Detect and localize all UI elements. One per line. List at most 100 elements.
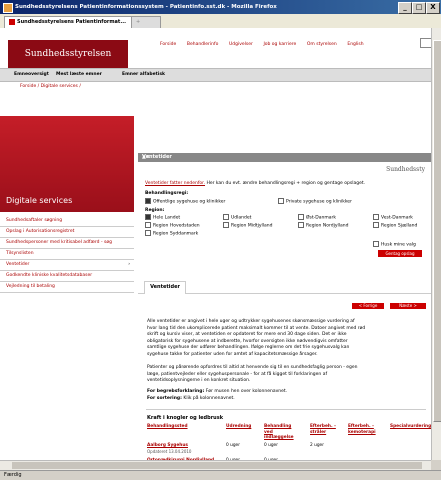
regi-private-checkbox[interactable]: Private sygehuse og klinikker [278, 198, 352, 205]
sidebar-item-kvalitetsdatabaser[interactable]: Godkendte kliniske kvalitetsdatabaser [0, 271, 134, 282]
sort-line: For sortering: Klik på kolonnenavnet. [147, 396, 427, 403]
checkbox-icon [145, 222, 151, 228]
col-behandlingssted[interactable]: Behandlingssted [147, 424, 199, 430]
topnav-om[interactable]: Om styrelsen [307, 42, 337, 47]
subnav-alfabetisk[interactable]: Emner alfabetisk [122, 69, 165, 81]
close-button[interactable]: X [426, 2, 440, 14]
site-logo[interactable]: Sundhedsstyrelsen [8, 40, 128, 68]
window-title: Sundhedsstyrelsens Patientinformationssy… [15, 4, 277, 10]
region-oest-checkbox[interactable]: Øst-Danmark [298, 214, 336, 221]
chevron-right-icon: › [128, 262, 130, 267]
search-input[interactable] [420, 38, 431, 48]
tab-ventetider[interactable]: Ventetider [144, 281, 186, 294]
col-straaler[interactable]: Efterbeh. - stråler [310, 424, 340, 435]
topnav-job[interactable]: Job og karriere [263, 42, 296, 47]
row-straaler: 2 uger [310, 443, 324, 448]
husk-valg-checkbox[interactable]: Husk mine valg [373, 241, 416, 248]
minimize-button[interactable]: _ [398, 2, 412, 14]
row-updated: Opdateret 13.04.2010 [147, 449, 192, 454]
page-favicon-icon [9, 18, 15, 25]
previous-button[interactable]: < Forrige [352, 303, 384, 309]
region-hovedstaden-label: Region Hovedstaden [153, 223, 200, 229]
para2-line: ventetidsoplysningerne i en konkret situ… [147, 378, 251, 384]
region-hovedstaden-checkbox[interactable]: Region Hovedstaden [145, 222, 200, 229]
sidebar-item-ventetider-label: Ventetider [6, 262, 30, 267]
intro-line: Ventetider fatter nedenfor. Her kan du e… [145, 181, 365, 188]
next-button[interactable]: Næste > [390, 303, 426, 309]
checkbox-checked-icon [145, 214, 151, 220]
checkbox-icon [373, 241, 379, 247]
title-bar: Sundhedsstyrelsens Patientinformationssy… [0, 0, 441, 14]
page-viewport: Sundhedsstyrelsen Forside Behandlerinfo … [0, 28, 431, 460]
info-paragraph-1: Alle ventetider er angivet i hele uger o… [147, 319, 427, 359]
breadcrumb[interactable]: Forside / Digitale services / [20, 84, 81, 89]
region-udlandet-checkbox[interactable]: Udlandet [223, 214, 251, 221]
explain-line: For begrebsforklaring: Før musen hen ove… [147, 389, 427, 396]
topnav-behandlerinfo[interactable]: Behandlerinfo [187, 42, 218, 47]
region-syddanmark-checkbox[interactable]: Region Syddanmark [145, 230, 198, 237]
sub-nav: Emneoversigt Mest læste emner Emner alfa… [0, 68, 431, 82]
checkbox-checked-icon [145, 198, 151, 204]
regi-offentlige-label: Offentlige sygehuse og klinikker [153, 199, 226, 205]
left-column: Digitale services Sundhedsaftaler søgnin… [0, 116, 134, 460]
sort-label: For sortering: [147, 396, 182, 401]
info-paragraph-2: Patienter og pårørende opfordres til alt… [147, 365, 427, 385]
region-sjaelland-checkbox[interactable]: Region Sjælland [373, 222, 417, 229]
topnav-udgivelser[interactable]: Udgivelser [229, 42, 253, 47]
sidebar-item-tilsynslisten[interactable]: Tilsynslisten [0, 249, 134, 260]
vertical-scrollbar[interactable] [431, 28, 441, 460]
maximize-button[interactable]: □ [412, 2, 426, 14]
topnav-english[interactable]: English [347, 42, 363, 47]
region-midtjylland-label: Region Midtjylland [231, 223, 273, 229]
search-button[interactable]: Gentag opslag [378, 250, 422, 257]
col-behandling[interactable]: Behandling ved indlæggelse [264, 424, 300, 441]
scrollbar-thumb[interactable] [12, 462, 422, 469]
region-hele-landet-label: Hele Landet [153, 215, 181, 221]
region-vest-label: Vest-Danmark [381, 215, 413, 221]
para1-line: sygehuse takke for patienter uden for am… [147, 351, 318, 357]
sidebar-item-betaling[interactable]: Vejledning til betaling [0, 282, 134, 293]
checkbox-icon [298, 222, 304, 228]
region-midtjylland-checkbox[interactable]: Region Midtjylland [223, 222, 272, 229]
para1-line: Alle ventetider er angivet i hele uger o… [147, 319, 355, 324]
regi-label: Behandlingsregi: [145, 191, 189, 196]
row-udredning: 0 uger [226, 443, 240, 448]
sidebar-item-kritisabel[interactable]: Sundhedspersoner med kritisabel adfærd -… [0, 238, 134, 249]
region-nordjylland-checkbox[interactable]: Region Nordjylland [298, 222, 348, 229]
intro-link[interactable]: Ventetider fatter nedenfor. [145, 181, 205, 186]
topnav-forside[interactable]: Forside [160, 42, 176, 47]
para1-line: samtlige sygehuse der udfører behandling… [147, 345, 350, 351]
digital-services-title: Digitale services [6, 196, 73, 205]
row-behandling: 0 uger [264, 443, 278, 448]
col-kemoterapi[interactable]: Efterbeh. - kemoterapi [348, 424, 384, 435]
region-vest-checkbox[interactable]: Vest-Danmark [373, 214, 413, 221]
table-row: Aalborg Sygehus Opdateret 13.04.2010 0 u… [138, 443, 431, 457]
pane-brand: Sundhedssty [386, 166, 425, 173]
region-hele-landet-checkbox[interactable]: Hele Landet [145, 214, 180, 221]
pane-header: Ventetider ▲× [138, 153, 431, 162]
digital-services-banner: Digitale services [0, 116, 134, 212]
sidebar-item-ventetider[interactable]: Ventetider › [0, 260, 134, 271]
browser-tab-active[interactable]: Sundhedsstyrelsens Patientinformat... [4, 16, 137, 28]
scrollbar-thumb[interactable] [433, 40, 441, 422]
para1-line: skrift og kursiv viser, at ventetiden er… [147, 332, 347, 338]
checkbox-icon [373, 222, 379, 228]
explain-text: Før musen hen over kolonnenavnet. [205, 389, 288, 394]
pane-controls[interactable]: ▲× [142, 153, 427, 162]
col-udredning[interactable]: Udredning [226, 424, 260, 430]
row-hospital[interactable]: Aalborg Sygehus [147, 443, 188, 448]
sidebar-item-sundhedsaftaler[interactable]: Sundhedsaftaler søgning [0, 216, 134, 227]
new-tab-button[interactable]: + [131, 16, 161, 28]
checkbox-icon [278, 198, 284, 204]
top-nav: Forside Behandlerinfo Udgivelser Job og … [160, 41, 430, 47]
tab-label: Sundhedsstyrelsens Patientinformat... [17, 19, 127, 25]
regi-private-label: Private sygehuse og klinikker [286, 199, 352, 205]
region-syddanmark-label: Region Syddanmark [153, 231, 199, 237]
subnav-mest-laeste[interactable]: Mest læste emner [56, 69, 102, 81]
sidebar-item-autorisation[interactable]: Opslag i Autorisationsregistret [0, 227, 134, 238]
subnav-emneoversigt[interactable]: Emneoversigt [14, 69, 49, 81]
col-specialvurdering[interactable]: Specialvurdering [390, 424, 431, 430]
regi-offentlige-checkbox[interactable]: Offentlige sygehuse og klinikker [145, 198, 225, 205]
firefox-icon [3, 3, 13, 13]
region-oest-label: Øst-Danmark [306, 215, 336, 221]
